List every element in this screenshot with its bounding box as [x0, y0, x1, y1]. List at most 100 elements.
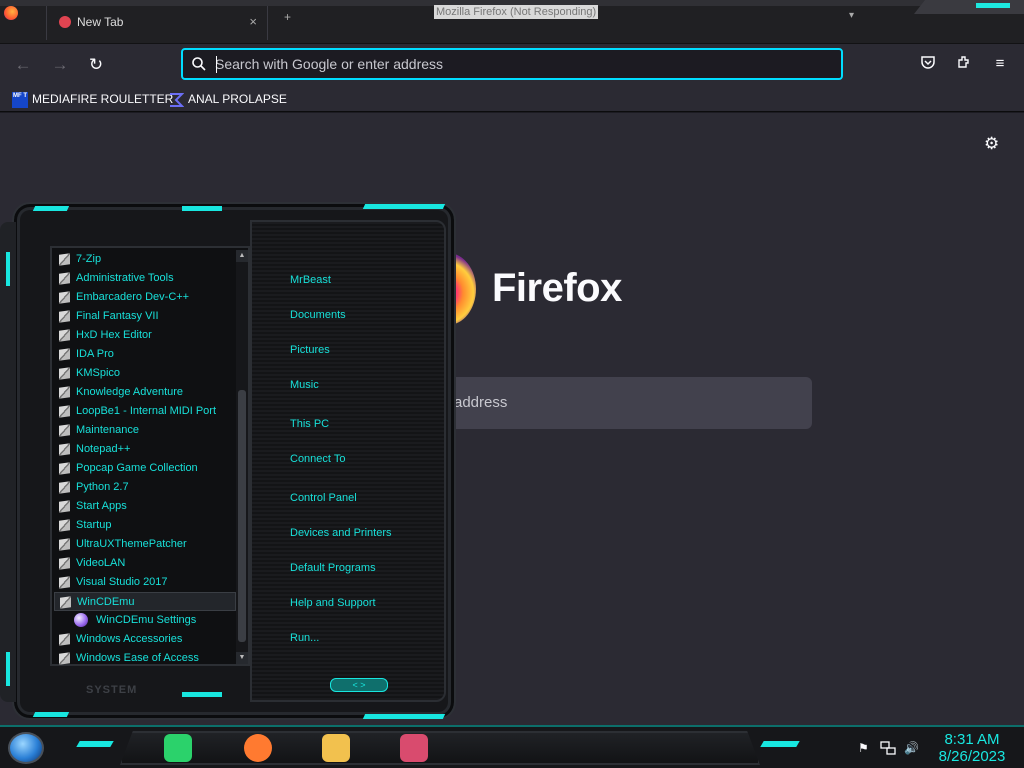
title-bar: New Tab × + Mozilla Firefox (Not Respond… — [0, 0, 1024, 44]
program-label: 7-Zip — [76, 253, 102, 265]
taskbar-panel — [120, 731, 760, 765]
start-link-pictures[interactable]: Pictures — [290, 344, 330, 356]
start-link-devices-and-printers[interactable]: Devices and Printers — [290, 527, 392, 539]
frame-light — [32, 206, 70, 211]
scroll-down-icon[interactable]: ▼ — [236, 652, 248, 664]
program-item[interactable]: LoopBe1 - Internal MIDI Port — [54, 402, 236, 421]
start-link-help-and-support[interactable]: Help and Support — [290, 597, 376, 609]
mediafire-favicon-icon: MF T — [12, 91, 28, 108]
program-item[interactable]: Embarcadero Dev-C++ — [54, 288, 236, 307]
scroll-up-icon[interactable]: ▲ — [236, 250, 248, 262]
start-link-run[interactable]: Run... — [290, 632, 319, 644]
firefox-app-icon[interactable] — [4, 6, 18, 20]
program-label: Administrative Tools — [76, 272, 174, 284]
taskbar-light — [760, 741, 800, 747]
program-item[interactable]: 7-Zip — [54, 250, 236, 269]
nav-toolbar: ← → ↻ ≡ — [0, 44, 1024, 86]
start-link-connect-to[interactable]: Connect To — [290, 453, 345, 465]
taskbar-app-3[interactable] — [396, 732, 432, 764]
start-menu-pager[interactable]: < > — [330, 678, 388, 692]
pocket-icon[interactable] — [918, 54, 938, 74]
forward-button[interactable]: → — [49, 54, 71, 76]
search-icon — [192, 57, 206, 71]
program-item[interactable]: Administrative Tools — [54, 269, 236, 288]
new-tab-button[interactable]: + — [284, 10, 291, 24]
program-folder-icon — [59, 519, 70, 532]
tab-new-tab[interactable]: New Tab × — [46, 6, 268, 40]
program-item[interactable]: Start Apps — [54, 497, 236, 516]
program-label: KMSpico — [76, 367, 121, 379]
tab-favicon-icon — [59, 16, 71, 28]
newtab-search-box[interactable]: address — [420, 377, 812, 429]
program-item[interactable]: Visual Studio 2017 — [54, 573, 236, 592]
address-input[interactable] — [215, 53, 815, 75]
program-folder-icon — [59, 633, 70, 646]
bookmark-anal-prolapse[interactable]: ANAL PROLAPSE — [168, 90, 287, 108]
program-item[interactable]: Popcap Game Collection — [54, 459, 236, 478]
program-label: Windows Ease of Access — [76, 652, 199, 664]
program-item[interactable]: Knowledge Adventure — [54, 383, 236, 402]
program-folder-icon — [59, 443, 70, 456]
taskbar-app-2[interactable] — [318, 732, 354, 764]
program-label: Embarcadero Dev-C++ — [76, 291, 190, 303]
program-item[interactable]: UltraUXThemePatcher — [54, 535, 236, 554]
program-folder-icon — [59, 462, 70, 475]
tab-close-icon[interactable]: × — [249, 14, 257, 29]
scroll-thumb[interactable] — [238, 390, 246, 642]
clock-date: 8/26/2023 — [938, 748, 1006, 765]
app-menu-button[interactable]: ≡ — [990, 54, 1010, 74]
extensions-icon[interactable] — [954, 54, 974, 74]
taskbar-clock[interactable]: 8:31 AM 8/26/2023 — [930, 731, 1014, 765]
program-item[interactable]: KMSpico — [54, 364, 236, 383]
program-item[interactable]: Startup — [54, 516, 236, 535]
tab-list-button[interactable]: ▾ — [849, 10, 854, 21]
program-item[interactable]: Maintenance — [54, 421, 236, 440]
program-label: Visual Studio 2017 — [76, 576, 168, 588]
program-label: Knowledge Adventure — [76, 386, 184, 398]
program-item[interactable]: Windows Accessories — [54, 630, 236, 649]
program-item[interactable]: Windows Ease of Access — [54, 649, 236, 668]
program-item[interactable]: VideoLAN — [54, 554, 236, 573]
program-label: Notepad++ — [76, 443, 131, 455]
start-link-documents[interactable]: Documents — [290, 309, 346, 321]
reload-button[interactable]: ↻ — [85, 54, 107, 76]
program-item[interactable]: Final Fantasy VII — [54, 307, 236, 326]
text-caret — [216, 56, 217, 73]
bookmark-label: MEDIAFIRE ROULETTER — [32, 92, 174, 106]
start-link-default-programs[interactable]: Default Programs — [290, 562, 376, 574]
start-menu-links-panel: MrBeast Documents Pictures Music This PC Conn… — [250, 220, 446, 702]
start-link-mrbeast[interactable]: MrBeast — [290, 274, 331, 286]
firefox-icon — [244, 734, 272, 762]
program-item[interactable]: Notepad++ — [54, 440, 236, 459]
flag-icon[interactable]: ⚑ — [858, 741, 869, 755]
taskbar-app-1[interactable] — [240, 732, 276, 764]
start-menu-edge — [0, 222, 16, 702]
programs-scrollbar[interactable]: ▲ ▼ — [236, 250, 248, 664]
program-item[interactable]: IDA Pro — [54, 345, 236, 364]
program-label: Startup — [76, 519, 112, 531]
program-item[interactable]: WinCDEmu Settings — [54, 611, 236, 630]
program-item[interactable]: WinCDEmu — [54, 592, 236, 611]
start-link-control-panel[interactable]: Control Panel — [290, 492, 357, 504]
notes-app-icon — [164, 734, 192, 762]
volume-icon[interactable]: 🔊 — [904, 741, 919, 755]
taskbar: ⚑ 🔊 8:31 AM 8/26/2023 — [0, 725, 1024, 768]
program-folder-icon — [59, 576, 70, 589]
program-label: LoopBe1 - Internal MIDI Port — [76, 405, 217, 417]
start-button[interactable] — [8, 732, 44, 764]
bookmarks-toolbar: MF T MEDIAFIRE ROULETTER ANAL PROLAPSE — [0, 86, 1024, 112]
network-icon[interactable] — [880, 741, 896, 758]
start-link-this-pc[interactable]: This PC — [290, 418, 329, 430]
bookmark-mediafire-rouletter[interactable]: MF T MEDIAFIRE ROULETTER — [12, 90, 173, 108]
start-link-music[interactable]: Music — [290, 379, 319, 391]
program-item[interactable]: HxD Hex Editor — [54, 326, 236, 345]
taskbar-app-0[interactable] — [160, 732, 196, 764]
all-programs-list: 7-Zip Administrative Tools Embarcadero Dev… — [50, 246, 250, 666]
program-item[interactable]: Python 2.7 — [54, 478, 236, 497]
back-button[interactable]: ← — [12, 54, 34, 76]
program-folder-icon — [59, 329, 70, 342]
program-folder-icon — [60, 596, 71, 609]
address-bar[interactable] — [181, 48, 843, 80]
settings-gear-icon[interactable]: ⚙ — [984, 135, 1002, 153]
program-folder-icon — [59, 538, 70, 551]
